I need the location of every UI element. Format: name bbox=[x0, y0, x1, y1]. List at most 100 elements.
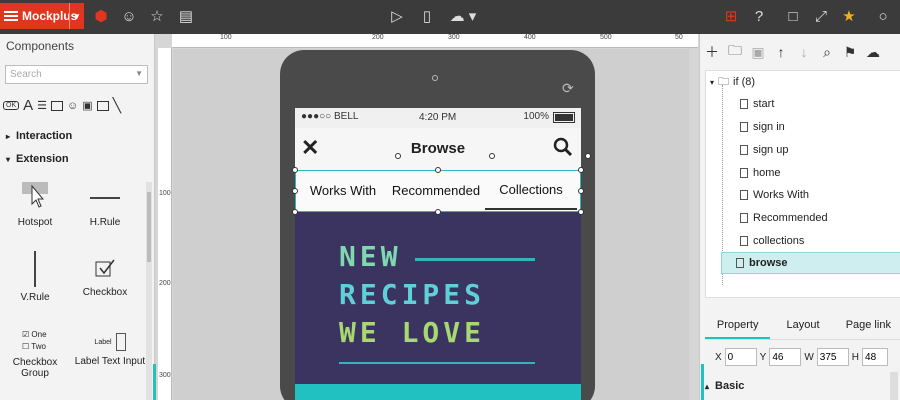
hero-line-3: WE LOVE bbox=[339, 316, 486, 349]
ok-button-shape-icon[interactable]: OK bbox=[3, 101, 20, 110]
anchor-handle[interactable] bbox=[489, 153, 495, 159]
tree-page[interactable]: Works With bbox=[706, 184, 900, 206]
play-icon[interactable]: ▷ bbox=[386, 5, 408, 27]
nav-bar: ✕ Browse bbox=[295, 128, 581, 170]
position-fields: X Y W H bbox=[715, 348, 889, 366]
more-icon[interactable]: ○ bbox=[872, 5, 894, 27]
pages-panel: ＋ 🗀 ▣ ↑ ↓ ⌕ ⚑ ☁ ▾ 🗀 if (8) start sign in… bbox=[699, 34, 900, 400]
face-shape-icon[interactable]: ☺ bbox=[67, 100, 78, 112]
anchor-handle[interactable] bbox=[395, 153, 401, 159]
resize-handle[interactable] bbox=[578, 209, 584, 215]
vrule-icon bbox=[34, 251, 36, 287]
page-icon bbox=[740, 236, 748, 246]
tab-property[interactable]: Property bbox=[705, 310, 771, 339]
anchor-handle[interactable] bbox=[585, 153, 591, 159]
resize-handle[interactable] bbox=[435, 209, 441, 215]
camera-icon bbox=[432, 75, 438, 81]
tree-page[interactable]: collections bbox=[706, 230, 900, 252]
hamburger-icon bbox=[4, 11, 18, 21]
tree-root[interactable]: ▾ 🗀 if (8) bbox=[706, 71, 900, 93]
checkbox-icon bbox=[95, 259, 115, 277]
star-icon[interactable]: ☆ bbox=[146, 5, 168, 27]
component-search-input[interactable]: Search ▼ bbox=[5, 65, 148, 84]
square-icon[interactable]: □ bbox=[782, 5, 804, 27]
x-input[interactable] bbox=[724, 348, 757, 366]
page-icon bbox=[740, 99, 748, 109]
upload-icon[interactable]: ☁ ▾ bbox=[446, 5, 480, 27]
image-shape-icon[interactable]: ▣ bbox=[82, 99, 92, 112]
chevron-down-icon[interactable]: ▼ bbox=[135, 69, 143, 78]
selection-box[interactable] bbox=[295, 170, 581, 212]
component-hotspot[interactable]: Hotspot bbox=[0, 182, 70, 228]
tree-page[interactable]: sign up bbox=[706, 139, 900, 161]
category-interaction[interactable]: ▸ Interaction bbox=[0, 126, 155, 148]
page-icon bbox=[740, 168, 748, 178]
caret-down-icon: ▾ bbox=[6, 155, 11, 164]
component-checkbox[interactable]: Checkbox bbox=[70, 258, 140, 298]
components-scrollbar[interactable] bbox=[146, 182, 152, 400]
tree-page[interactable]: home bbox=[706, 162, 900, 184]
window-icon[interactable]: ▤ bbox=[175, 5, 197, 27]
box-shape-icon[interactable] bbox=[96, 100, 109, 111]
text-shape-icon[interactable]: A bbox=[23, 97, 33, 114]
resize-handle[interactable] bbox=[578, 188, 584, 194]
status-bar: ●●●○○ BELL 4:20 PM 100% bbox=[295, 108, 581, 128]
page-icon bbox=[740, 190, 748, 200]
search-icon[interactable]: ⌕ bbox=[819, 44, 835, 61]
tree-page-active[interactable]: browse bbox=[721, 252, 900, 274]
page-icon bbox=[736, 258, 744, 268]
arrow-up-icon[interactable]: ↑ bbox=[773, 44, 789, 60]
height-input[interactable] bbox=[862, 348, 889, 366]
status-time: 4:20 PM bbox=[419, 112, 457, 123]
rectangle-shape-icon[interactable] bbox=[51, 100, 64, 111]
tab-layout[interactable]: Layout bbox=[770, 310, 835, 339]
search-icon[interactable] bbox=[553, 137, 573, 157]
tab-page-link[interactable]: Page link bbox=[836, 310, 900, 339]
cloud-icon[interactable]: ☁ bbox=[865, 44, 881, 61]
grid-icon[interactable]: ⊞ bbox=[720, 5, 742, 27]
phone-screen: ●●●○○ BELL 4:20 PM 100% ✕ Browse Works W… bbox=[295, 108, 581, 400]
fullscreen-icon[interactable]: ⤢ bbox=[810, 5, 832, 27]
category-extension[interactable]: ▾ Extension bbox=[0, 149, 155, 171]
y-input[interactable] bbox=[769, 348, 802, 366]
save-icon[interactable]: ▣ bbox=[750, 44, 766, 61]
battery-icon bbox=[553, 112, 575, 123]
component-hrule[interactable]: H.Rule bbox=[70, 182, 140, 228]
caret-down-icon: ▴ bbox=[705, 382, 710, 391]
paragraph-shape-icon[interactable]: ☰ bbox=[37, 99, 47, 112]
hero-underline bbox=[339, 362, 535, 364]
app-menu-dropdown[interactable]: ▼ bbox=[69, 3, 84, 29]
line-shape-icon[interactable]: ╲ bbox=[113, 97, 121, 114]
tree-page[interactable]: sign in bbox=[706, 116, 900, 138]
hotspot-icon bbox=[22, 182, 48, 208]
tree-page[interactable]: Recommended bbox=[706, 207, 900, 229]
battery-percent: 100% bbox=[523, 111, 549, 122]
box-icon[interactable]: ⬢ bbox=[90, 5, 112, 27]
rotate-icon[interactable]: ⟳ bbox=[562, 80, 574, 97]
component-vrule[interactable]: V.Rule bbox=[0, 249, 70, 303]
width-input[interactable] bbox=[816, 348, 849, 366]
page-icon bbox=[740, 213, 748, 223]
component-label-text-input[interactable]: Label Label Text Input bbox=[70, 332, 150, 367]
help-icon[interactable]: ? bbox=[748, 5, 770, 27]
component-checkbox-group[interactable]: ☑ One ☐ Two Checkbox Group bbox=[0, 329, 70, 379]
arrow-down-icon[interactable]: ↓ bbox=[796, 44, 812, 60]
section-basic[interactable]: ▴ Basic bbox=[705, 380, 744, 392]
resize-handle[interactable] bbox=[292, 167, 298, 173]
resize-handle[interactable] bbox=[578, 167, 584, 173]
hero-line-1: NEW bbox=[339, 240, 402, 273]
badge-icon[interactable]: ★ bbox=[838, 5, 860, 27]
checkbox-group-option-one: ☑ One bbox=[22, 330, 47, 339]
tree-page[interactable]: start bbox=[706, 93, 900, 115]
resize-handle[interactable] bbox=[292, 209, 298, 215]
smiley-icon[interactable]: ☺ bbox=[118, 5, 140, 27]
folder-icon[interactable]: 🗀 bbox=[727, 40, 743, 64]
label-text-input-preview: Label bbox=[70, 332, 150, 352]
search-placeholder: Search bbox=[10, 69, 42, 80]
phone-icon[interactable]: ▯ bbox=[416, 5, 438, 27]
resize-handle[interactable] bbox=[292, 188, 298, 194]
flag-icon[interactable]: ⚑ bbox=[842, 44, 858, 61]
properties-scrollbar[interactable] bbox=[890, 372, 898, 400]
add-icon[interactable]: ＋ bbox=[704, 42, 720, 62]
resize-handle[interactable] bbox=[435, 167, 441, 173]
